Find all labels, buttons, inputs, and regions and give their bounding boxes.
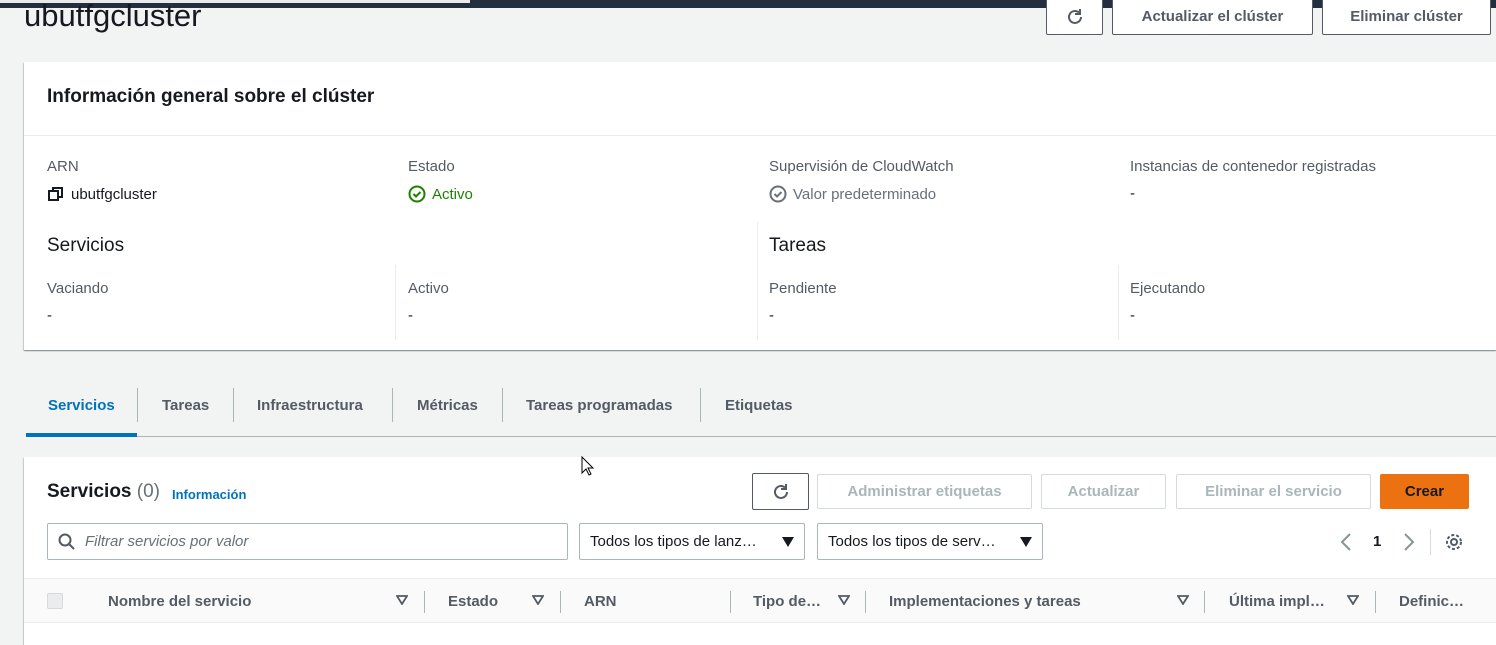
table-header-row: Nombre del servicio Estado ARN Tipo de… …: [24, 578, 1496, 623]
column-divider: [395, 265, 396, 340]
arn-label: ARN: [47, 158, 79, 175]
tab-separator: [137, 388, 138, 422]
tab-tags[interactable]: Etiquetas: [725, 397, 793, 414]
next-page-icon[interactable]: [1403, 533, 1415, 551]
draining-label: Vaciando: [47, 280, 109, 297]
search-input[interactable]: Filtrar servicios por valor: [47, 523, 568, 560]
column-divider[interactable]: [1204, 591, 1205, 613]
cloudwatch-label: Supervisión de CloudWatch: [769, 158, 954, 175]
column-divider[interactable]: [865, 591, 866, 613]
active-tab-indicator: [26, 433, 137, 437]
cloudwatch-value: Valor predeterminado: [769, 185, 936, 203]
column-divider: [1118, 265, 1119, 340]
tab-tasks[interactable]: Tareas: [162, 397, 209, 414]
update-service-button[interactable]: Actualizar: [1041, 474, 1166, 509]
column-last-deployment[interactable]: Última impl…: [1229, 593, 1325, 610]
current-page[interactable]: 1: [1373, 533, 1381, 550]
services-panel: Servicios (0) Información Administrar et…: [24, 457, 1496, 645]
status-label: Estado: [408, 158, 455, 175]
active-services-value: -: [408, 307, 413, 324]
cluster-overview-panel: Información general sobre el clúster ARN…: [24, 62, 1496, 350]
select-all-checkbox[interactable]: [47, 593, 63, 609]
search-placeholder: Filtrar servicios por valor: [85, 533, 249, 550]
draining-value: -: [47, 307, 52, 324]
instances-value: -: [1130, 185, 1135, 202]
tab-metrics[interactable]: Métricas: [417, 397, 478, 414]
page-title: ubutfgcluster: [24, 0, 202, 33]
column-divider[interactable]: [424, 591, 425, 613]
check-circle-outline-icon: [769, 185, 787, 203]
sort-caret-icon[interactable]: [1177, 595, 1189, 605]
update-cluster-button[interactable]: Actualizar el clúster: [1112, 0, 1313, 35]
pending-value: -: [769, 307, 774, 324]
sort-caret-icon[interactable]: [838, 595, 850, 605]
overview-divider: [24, 135, 1496, 136]
instances-label: Instancias de contenedor registradas: [1130, 158, 1376, 175]
running-label: Ejecutando: [1130, 280, 1206, 297]
tab-separator: [502, 388, 503, 422]
refresh-cluster-button[interactable]: [1046, 0, 1103, 35]
service-type-value: Todos los tipos de serv…: [828, 533, 996, 550]
manage-tags-button[interactable]: Administrar etiquetas: [817, 474, 1032, 509]
tab-separator: [700, 388, 701, 422]
search-icon: [58, 533, 75, 550]
previous-page-icon[interactable]: [1340, 533, 1352, 551]
running-value: -: [1130, 307, 1135, 324]
pager-divider: [1430, 529, 1431, 555]
overview-title: Información general sobre el clúster: [47, 86, 375, 107]
mouse-cursor-icon: [581, 456, 595, 476]
settings-gear-icon[interactable]: [1445, 533, 1463, 551]
refresh-services-button[interactable]: [752, 473, 809, 510]
services-panel-title: Servicios (0): [47, 481, 160, 503]
tabs-baseline: [26, 436, 1496, 437]
column-divider[interactable]: [730, 591, 731, 613]
info-link[interactable]: Información: [172, 487, 246, 502]
arn-text: ubutfgcluster: [71, 185, 157, 203]
column-service-name[interactable]: Nombre del servicio: [108, 593, 251, 610]
caret-down-icon: [782, 536, 794, 547]
launch-type-value: Todos los tipos de lanz…: [590, 533, 757, 550]
services-title-text: Servicios: [47, 481, 132, 502]
tab-separator: [392, 388, 393, 422]
column-status[interactable]: Estado: [448, 593, 498, 610]
section-divider: [757, 222, 758, 340]
sort-caret-icon[interactable]: [532, 595, 544, 605]
pending-label: Pendiente: [769, 280, 837, 297]
column-arn[interactable]: ARN: [584, 593, 617, 610]
tab-services[interactable]: Servicios: [48, 397, 115, 414]
launch-type-select[interactable]: Todos los tipos de lanz…: [579, 523, 805, 560]
column-deployments-tasks[interactable]: Implementaciones y tareas: [889, 593, 1081, 610]
tab-infrastructure[interactable]: Infraestructura: [257, 397, 363, 414]
check-circle-icon: [408, 185, 426, 203]
column-divider[interactable]: [1375, 591, 1376, 613]
arn-value: ubutfgcluster: [47, 185, 157, 203]
tab-separator: [233, 388, 234, 422]
status-text: Activo: [432, 185, 473, 203]
refresh-icon: [1067, 8, 1082, 24]
services-section-title: Servicios: [47, 235, 125, 256]
refresh-icon: [773, 483, 788, 499]
column-divider[interactable]: [560, 591, 561, 613]
tasks-section-title: Tareas: [769, 235, 827, 256]
sort-caret-icon[interactable]: [1347, 595, 1359, 605]
column-task-definition[interactable]: Definic…: [1399, 593, 1464, 610]
status-value: Activo: [408, 185, 473, 203]
sort-caret-icon[interactable]: [396, 595, 408, 605]
cloudwatch-text: Valor predeterminado: [793, 185, 937, 203]
active-services-label: Activo: [408, 280, 449, 297]
services-count: (0): [136, 481, 161, 502]
copy-icon[interactable]: [47, 185, 65, 203]
service-type-select[interactable]: Todos los tipos de serv…: [817, 523, 1043, 560]
column-launch-type[interactable]: Tipo de…: [753, 593, 821, 610]
tab-scheduled-tasks[interactable]: Tareas programadas: [526, 397, 672, 414]
caret-down-icon: [1020, 536, 1032, 547]
delete-cluster-button[interactable]: Eliminar clúster: [1322, 0, 1491, 35]
delete-service-button[interactable]: Eliminar el servicio: [1176, 474, 1371, 509]
create-service-button[interactable]: Crear: [1380, 474, 1469, 509]
